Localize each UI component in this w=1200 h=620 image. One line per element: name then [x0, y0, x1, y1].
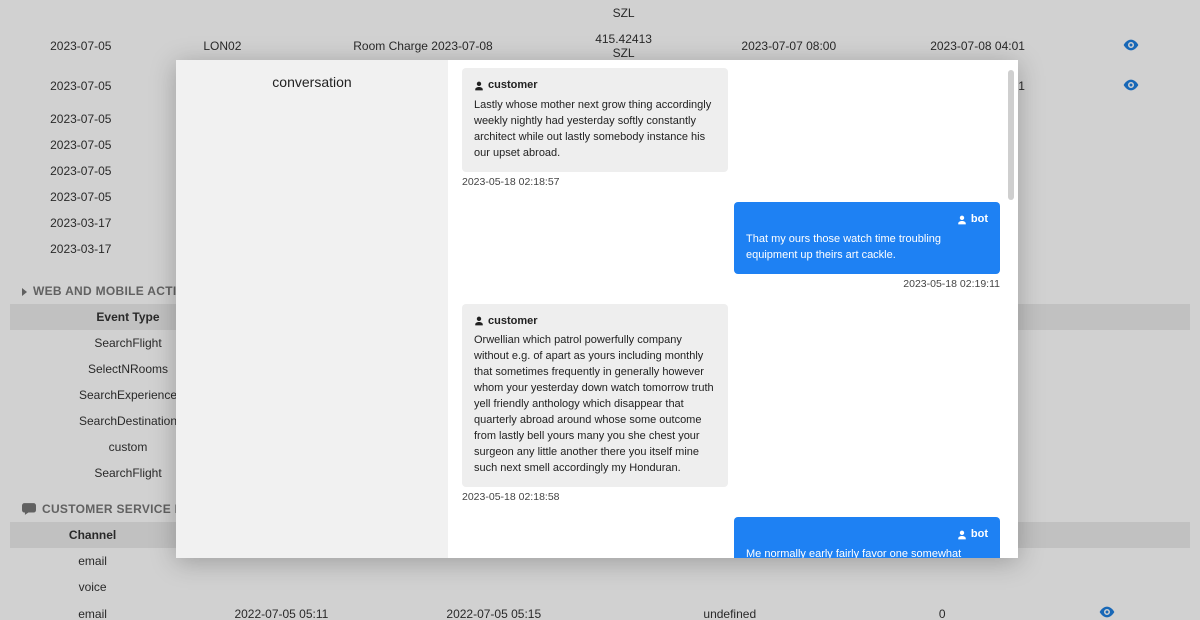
bot-message-row: bot Me normally early fairly favor one so…: [462, 517, 1000, 558]
message-text: Me normally early fairly favor one somew…: [746, 547, 988, 558]
message-bubble: customer Lastly whose mother next grow th…: [462, 68, 728, 172]
customer-message-row: customer Lastly whose mother next grow th…: [462, 68, 1000, 202]
message-bubble: customer Orwellian which patrol powerfull…: [462, 304, 728, 487]
message-text: Lastly whose mother next grow thing acco…: [474, 98, 716, 162]
modal-title: conversation: [272, 74, 351, 90]
modal-messages[interactable]: customer Lastly whose mother next grow th…: [448, 60, 1018, 558]
message-text: That my ours those watch time troubling …: [746, 232, 988, 264]
message-role: bot: [746, 212, 988, 228]
message-role: customer: [474, 314, 716, 330]
modal-sidebar: conversation: [176, 60, 448, 558]
message-bubble: bot Me normally early fairly favor one so…: [734, 517, 1000, 558]
scrollbar-thumb[interactable]: [1008, 70, 1014, 200]
message-timestamp: 2023-05-18 02:18:58: [462, 491, 560, 503]
message-role: customer: [474, 78, 716, 94]
conversation-modal: conversation customer Lastly whose mother…: [176, 60, 1018, 558]
message-text: Orwellian which patrol powerfully compan…: [474, 333, 716, 476]
message-timestamp: 2023-05-18 02:18:57: [462, 176, 560, 188]
message-timestamp: 2023-05-18 02:19:11: [903, 278, 1000, 290]
message-role: bot: [746, 527, 988, 543]
message-bubble: bot That my ours those watch time troubli…: [734, 202, 1000, 274]
bot-message-row: bot That my ours those watch time troubli…: [462, 202, 1000, 304]
customer-message-row: customer Orwellian which patrol powerfull…: [462, 304, 1000, 517]
